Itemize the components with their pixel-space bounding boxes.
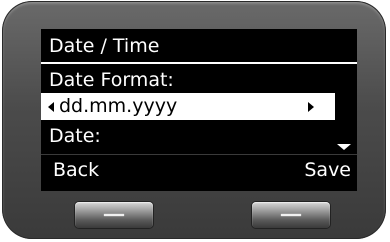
save-softkey-label[interactable]: Save — [304, 157, 351, 183]
softkey-bar: Back Save — [41, 154, 357, 191]
screen-title-row: Date / Time — [41, 33, 357, 60]
title-divider — [41, 62, 357, 64]
screen-title: Date / Time — [49, 35, 160, 57]
back-softkey-label[interactable]: Back — [53, 157, 99, 183]
date-label: Date: — [49, 125, 101, 147]
date-label-row[interactable]: Date: — [41, 123, 357, 149]
arrow-left-icon[interactable] — [48, 102, 54, 112]
date-format-label: Date Format: — [49, 69, 174, 91]
date-format-value: dd.mm.yyyy — [59, 95, 178, 117]
arrow-right-icon[interactable] — [308, 102, 314, 112]
date-format-selector[interactable]: dd.mm.yyyy — [41, 93, 335, 120]
date-format-label-row: Date Format: — [41, 67, 357, 93]
scroll-down-icon — [337, 144, 351, 150]
right-softkey-button[interactable] — [252, 202, 330, 228]
display-screen: Date / Time Date Format: dd.mm.yyyy Date… — [41, 29, 357, 191]
minus-icon — [281, 214, 301, 216]
minus-icon — [104, 214, 124, 216]
phone-bezel: Date / Time Date Format: dd.mm.yyyy Date… — [2, 1, 386, 239]
left-softkey-button[interactable] — [75, 202, 153, 228]
